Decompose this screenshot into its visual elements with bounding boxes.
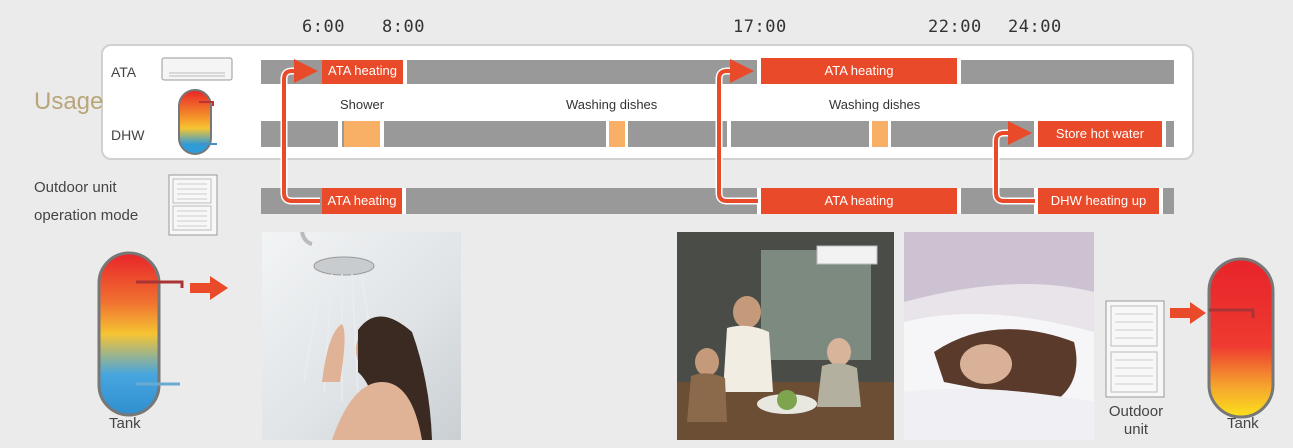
arrow-right-icon-left <box>190 276 228 300</box>
shower-scene <box>300 232 432 440</box>
outdoor-unit-label-2: unit <box>1123 421 1149 438</box>
dining-scene <box>677 232 894 440</box>
tank-left-icon <box>97 251 184 417</box>
outdoor-unit-label-1: Outdoor <box>1108 403 1164 420</box>
tank-right-icon <box>1207 257 1275 419</box>
tank-right-label: Tank <box>1227 415 1259 432</box>
outdoor-unit-icon-bottom <box>1105 300 1165 398</box>
sleeping-scene <box>904 232 1094 440</box>
shower-photo <box>262 232 461 440</box>
tank-left-label: Tank <box>109 415 141 432</box>
sleeping-photo <box>904 232 1094 440</box>
dining-photo <box>677 232 894 440</box>
flow-arrows <box>280 59 1035 205</box>
